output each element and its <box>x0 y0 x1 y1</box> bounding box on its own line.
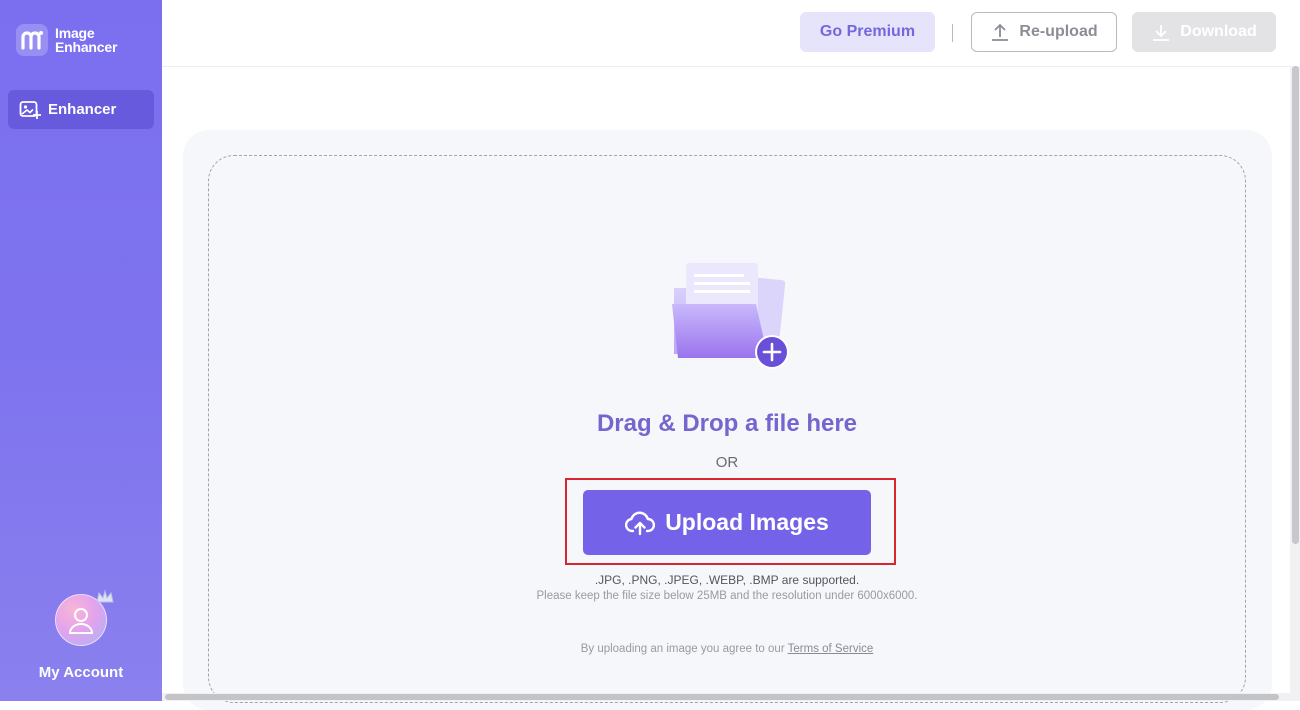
cloud-upload-icon <box>625 510 656 536</box>
crown-icon <box>95 588 115 611</box>
app-name-line2: Enhancer <box>55 39 118 55</box>
terms-prefix: By uploading an image you agree to our <box>580 643 788 655</box>
or-label: OR <box>715 454 739 471</box>
download-arrow-icon <box>1151 22 1171 42</box>
upload-images-button[interactable]: Upload Images <box>583 490 871 555</box>
supported-formats-text: .JPG, .PNG, .JPEG, .WEBP, .BMP are suppo… <box>594 573 860 587</box>
toolbar-divider <box>952 24 953 42</box>
terms-notice: By uploading an image you agree to our T… <box>208 643 1246 655</box>
reupload-button[interactable]: Re-upload <box>971 12 1117 52</box>
reupload-label: Re-upload <box>1019 23 1098 40</box>
file-limits-text: Please keep the file size below 25MB and… <box>536 590 918 602</box>
account-section: My Account <box>0 589 162 681</box>
sidebar-item-enhancer[interactable]: Enhancer <box>8 90 154 129</box>
download-label: Download <box>1180 23 1257 40</box>
sidebar: Image Enhancer Enhancer My Account <box>0 0 162 701</box>
sidebar-item-label: Enhancer <box>48 101 117 118</box>
terms-of-service-link[interactable]: Terms of Service <box>788 643 874 655</box>
image-enhance-icon <box>18 98 42 122</box>
download-button: Download <box>1132 12 1276 52</box>
horizontal-scrollbar-thumb[interactable] <box>165 694 1279 700</box>
dropzone-title: Drag & Drop a file here <box>596 410 858 437</box>
top-toolbar: Go Premium Re-upload Download <box>162 0 1300 67</box>
vertical-scrollbar-thumb[interactable] <box>1292 66 1299 544</box>
app-name-line1: Image <box>55 25 95 41</box>
app-logo[interactable]: Image Enhancer <box>16 24 125 56</box>
folder-plus-icon <box>664 258 792 370</box>
upload-images-label: Upload Images <box>665 509 829 535</box>
m-logo-icon <box>16 24 48 56</box>
go-premium-button[interactable]: Go Premium <box>800 12 935 52</box>
app-name: Image Enhancer <box>55 26 125 54</box>
upload-arrow-icon <box>990 22 1010 42</box>
avatar[interactable] <box>55 589 114 646</box>
my-account-label[interactable]: My Account <box>0 664 162 681</box>
